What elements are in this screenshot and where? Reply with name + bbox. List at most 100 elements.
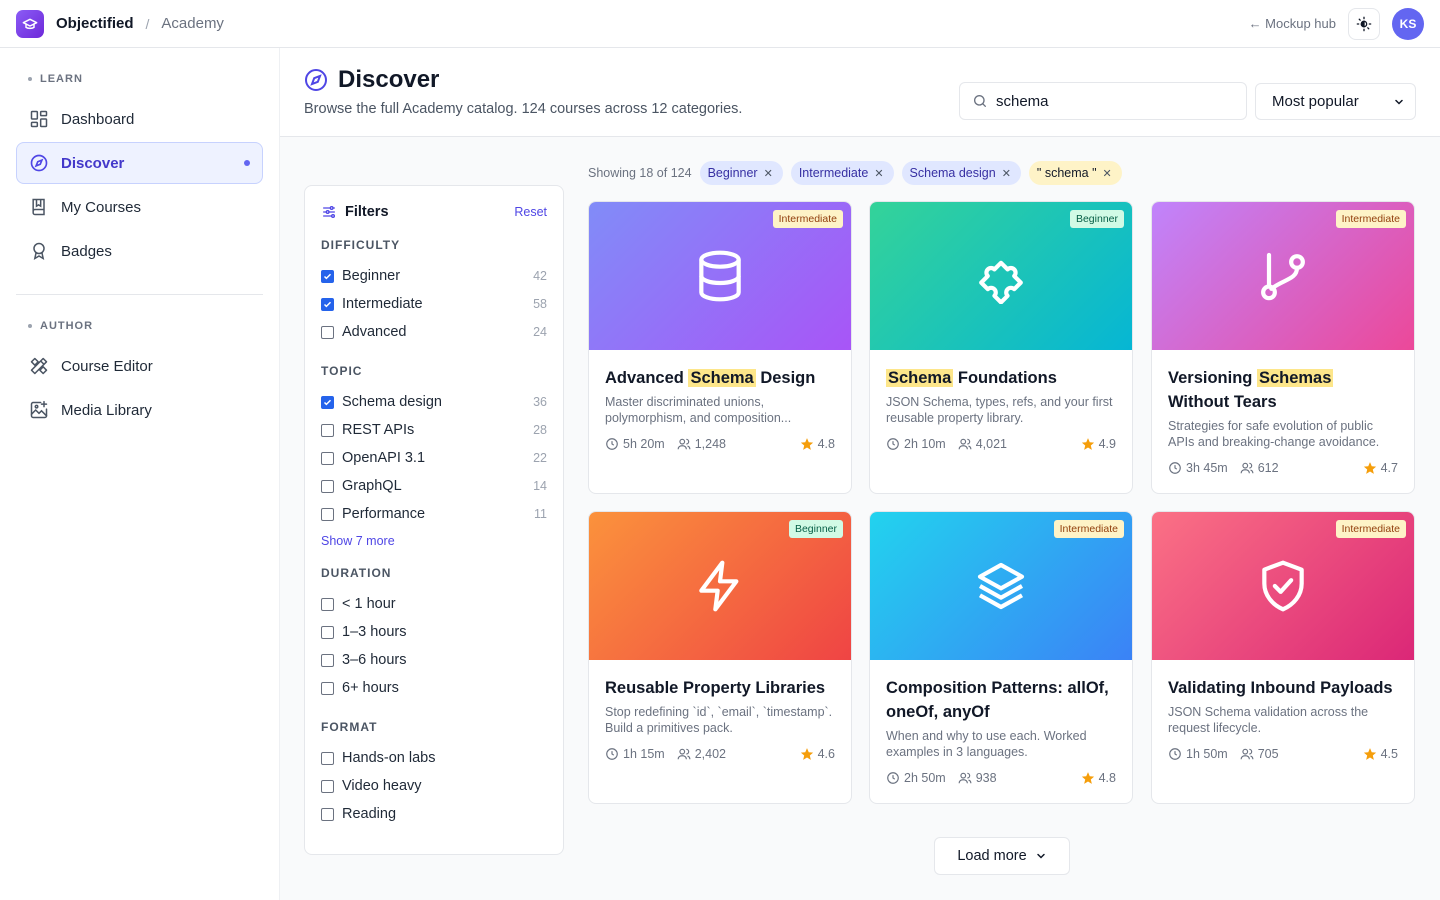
filter-option-6h-plus[interactable]: 6+ hours <box>321 674 547 702</box>
checkbox[interactable] <box>321 779 334 793</box>
course-card[interactable]: Intermediate Validating Inbound Payloads… <box>1151 511 1415 804</box>
filter-option-openapi[interactable]: OpenAPI 3.1 22 <box>321 444 547 472</box>
course-learners: 2,402 <box>694 747 726 761</box>
filter-chip-intermediate: Intermediate ✕ <box>790 161 894 185</box>
filter-option-intermediate[interactable]: Intermediate 58 <box>321 290 547 318</box>
filter-option-label: Performance <box>342 506 426 522</box>
checkbox[interactable] <box>321 423 334 437</box>
course-card[interactable]: Intermediate Composition Patterns: allOf… <box>869 511 1133 804</box>
filter-option-3-6h[interactable]: 3–6 hours <box>321 646 547 674</box>
checkbox[interactable] <box>321 297 334 311</box>
remove-chip-icon[interactable]: ✕ <box>1002 167 1011 180</box>
course-card[interactable]: Intermediate Versioning Schemas Without … <box>1151 201 1415 494</box>
remove-chip-icon[interactable]: ✕ <box>1103 167 1112 180</box>
checkbox[interactable] <box>321 807 334 821</box>
course-card[interactable]: Intermediate Advanced Schema Design Mast… <box>588 201 852 494</box>
course-card[interactable]: Beginner Schema Foundations JSON Schema,… <box>869 201 1133 494</box>
filter-option-video-heavy[interactable]: Video heavy <box>321 772 547 800</box>
image-plus-icon <box>30 400 48 419</box>
checkbox[interactable] <box>321 269 334 283</box>
top-bar: Objectified / Academy ← Mockup hub KS <box>0 0 1440 48</box>
filter-option-rest-apis[interactable]: REST APIs 28 <box>321 416 547 444</box>
load-more-button[interactable]: Load more <box>934 837 1070 875</box>
filter-option-schema-design[interactable]: Schema design 36 <box>321 388 547 416</box>
remove-chip-icon[interactable]: ✕ <box>874 167 883 180</box>
filter-count: 36 <box>533 395 547 409</box>
filter-option-1-3h[interactable]: 1–3 hours <box>321 618 547 646</box>
load-more-label: Load more <box>957 848 1027 864</box>
user-avatar[interactable]: KS <box>1392 7 1424 40</box>
filter-option-graphql[interactable]: GraphQL 14 <box>321 472 547 500</box>
course-learners: 705 <box>1257 747 1279 761</box>
clock-icon <box>1169 748 1181 760</box>
sidebar: LEARN Dashboard Discover My Courses Badg… <box>0 48 280 900</box>
sidebar-item-badges[interactable]: Badges <box>16 230 263 272</box>
filter-option-label: Beginner <box>342 268 401 284</box>
sidebar-item-media-library[interactable]: Media Library <box>16 389 263 431</box>
remove-chip-icon[interactable]: ✕ <box>764 167 773 180</box>
filter-count: 42 <box>533 269 547 283</box>
reset-filters-button[interactable]: Reset <box>514 205 547 219</box>
search-box[interactable] <box>959 82 1247 120</box>
course-title: Reusable Property Libraries <box>605 679 826 697</box>
brand-logo-icon[interactable] <box>16 9 44 38</box>
filter-option-label: GraphQL <box>342 478 402 494</box>
filter-option-hands-on-labs[interactable]: Hands-on labs <box>321 744 547 772</box>
brand-name[interactable]: Objectified <box>56 15 134 32</box>
filter-option-performance[interactable]: Performance 11 <box>321 500 547 528</box>
theme-toggle-button[interactable] <box>1348 7 1380 40</box>
level-badge: Beginner <box>788 520 843 538</box>
filter-option-label: OpenAPI 3.1 <box>342 450 426 466</box>
level-badge: Intermediate <box>1335 520 1406 538</box>
course-rating: 4.6 <box>817 747 835 761</box>
course-description: Stop redefining `id`, `email`, `timestam… <box>605 705 833 735</box>
topic-filter-group: TOPIC Schema design 36 REST APIs 28 OpenAP… <box>321 364 547 548</box>
sidebar-item-label: Badges <box>61 242 112 260</box>
chevron-down-icon <box>1036 853 1045 859</box>
checkbox[interactable] <box>321 597 334 611</box>
checkbox[interactable] <box>321 653 334 667</box>
course-description: JSON Schema validation across the reques… <box>1168 705 1369 735</box>
sidebar-item-course-editor[interactable]: Course Editor <box>16 345 263 387</box>
checkbox[interactable] <box>321 395 334 409</box>
level-badge: Beginner <box>1069 210 1124 228</box>
breadcrumb-academy[interactable]: Academy <box>161 15 224 32</box>
sidebar-item-discover[interactable]: Discover <box>16 142 263 184</box>
course-learners: 612 <box>1257 461 1279 475</box>
filter-option-under-1h[interactable]: < 1 hour <box>321 590 547 618</box>
checkbox[interactable] <box>321 681 334 695</box>
checkbox[interactable] <box>321 479 334 493</box>
clock-icon <box>887 438 899 450</box>
badge-icon <box>33 242 45 261</box>
git-branch-icon <box>1261 252 1305 301</box>
search-input[interactable] <box>996 92 1226 110</box>
filter-count: 24 <box>533 325 547 339</box>
author-section-label: AUTHOR <box>28 319 263 333</box>
filter-option-label: Hands-on labs <box>342 750 436 766</box>
show-more-topics-link[interactable]: Show 7 more <box>321 534 547 548</box>
filter-option-advanced[interactable]: Advanced 24 <box>321 318 547 346</box>
checkbox[interactable] <box>321 451 334 465</box>
learners-icon <box>677 438 691 450</box>
sort-select[interactable]: Most popular <box>1255 83 1416 120</box>
checkbox[interactable] <box>321 507 334 521</box>
sidebar-item-my-courses[interactable]: My Courses <box>16 186 263 228</box>
sidebar-item-dashboard[interactable]: Dashboard <box>16 98 263 140</box>
filter-option-label: < 1 hour <box>342 596 396 612</box>
course-rating: 4.9 <box>1098 437 1116 451</box>
course-card[interactable]: Beginner Reusable Property Libraries Sto… <box>588 511 852 804</box>
course-duration: 1h 50m <box>1186 747 1228 761</box>
course-duration: 2h 10m <box>904 437 946 451</box>
puzzle-icon <box>979 260 1023 304</box>
mockup-hub-link[interactable]: ← Mockup hub <box>1249 16 1336 31</box>
sidebar-item-label: Course Editor <box>61 357 153 375</box>
checkbox[interactable] <box>321 751 334 765</box>
star-icon <box>1363 748 1376 760</box>
checkbox[interactable] <box>321 325 334 339</box>
filter-chip-beginner: Beginner ✕ <box>699 161 783 185</box>
filter-count: 28 <box>533 423 547 437</box>
sidebar-divider <box>16 294 263 295</box>
filter-option-beginner[interactable]: Beginner 42 <box>321 262 547 290</box>
checkbox[interactable] <box>321 625 334 639</box>
filter-option-reading[interactable]: Reading <box>321 800 547 828</box>
